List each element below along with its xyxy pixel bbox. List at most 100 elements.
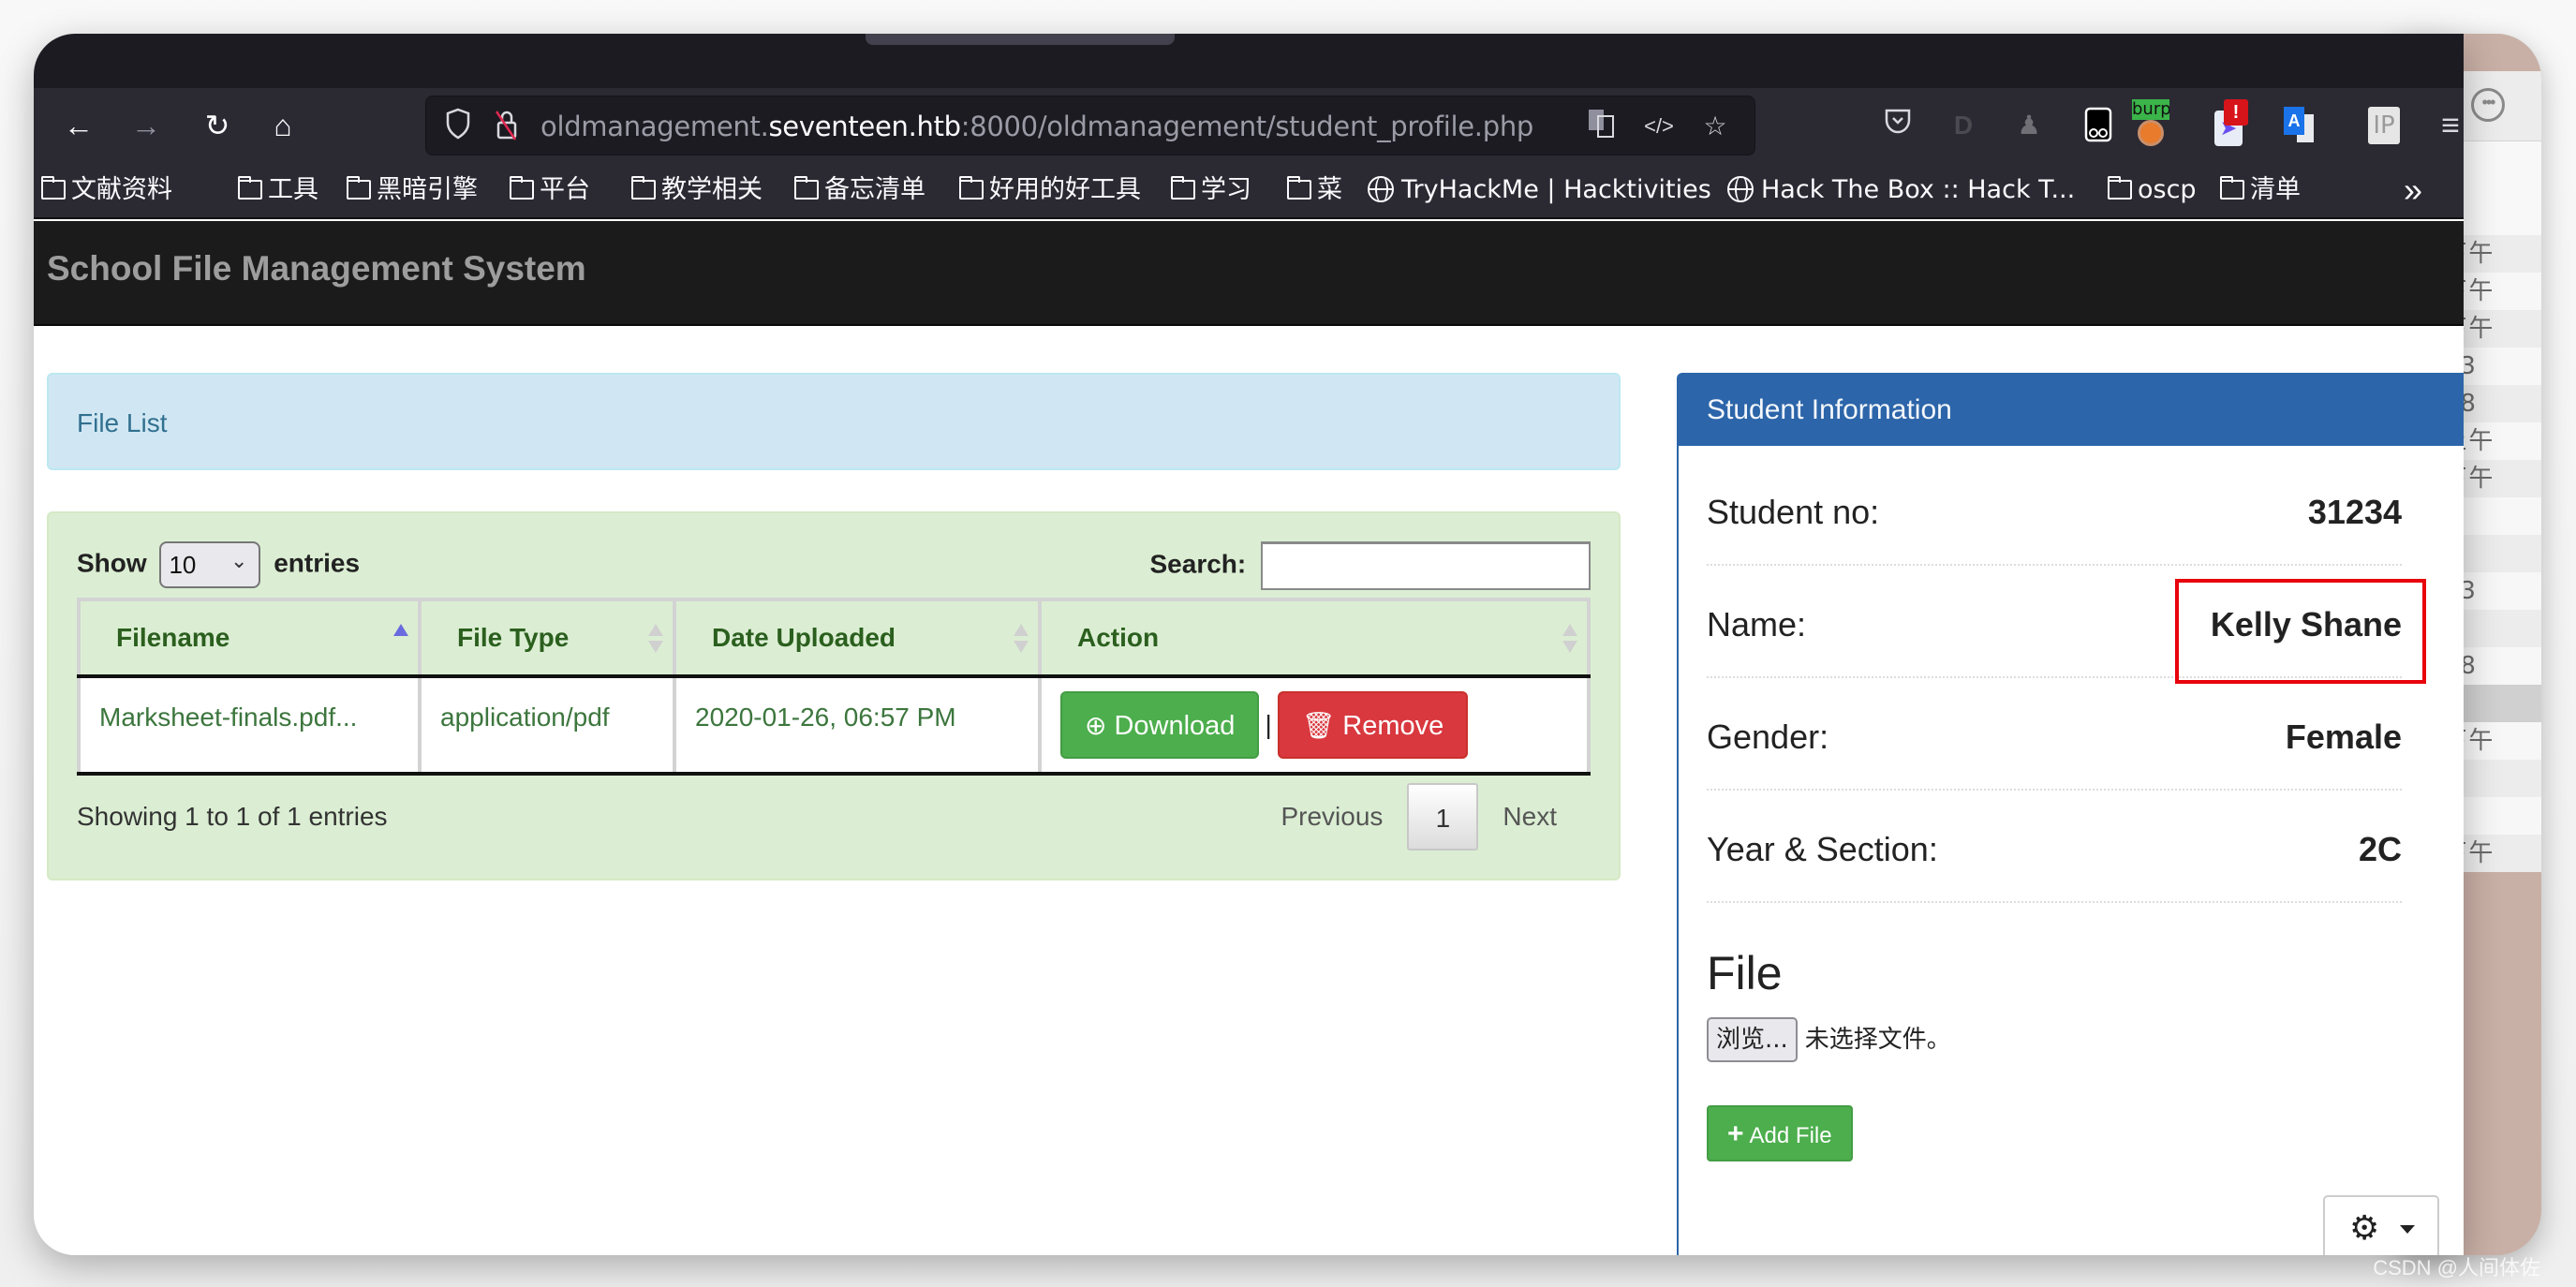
student-no-row: Student no: 31234 — [1707, 453, 2402, 566]
student-information-title: Student Information — [1679, 375, 2464, 446]
field-label: Student no: — [1707, 493, 1880, 531]
files-table: Filename File Type Date Uploaded Action … — [77, 598, 1591, 776]
next-page-button[interactable]: Next — [1478, 783, 1581, 851]
column-header-filename[interactable]: Filename — [77, 598, 422, 678]
folder-icon — [631, 176, 656, 200]
field-label: Year & Section: — [1707, 830, 1938, 868]
insecure-lock-icon[interactable] — [488, 108, 526, 145]
search-control: Search: — [1150, 541, 1591, 590]
web-page: School File Management System File List … — [34, 221, 2464, 1255]
bookmark-item[interactable]: 工具 — [238, 163, 318, 217]
source-code-icon[interactable]: </> — [1640, 108, 1678, 145]
column-label: Action — [1077, 623, 1160, 652]
page-1-button[interactable]: 1 — [1407, 783, 1479, 851]
url-text[interactable]: oldmanagement.seventeen.htb:8000/oldmana… — [540, 96, 1533, 156]
add-file-button[interactable]: + Add File — [1707, 1105, 1853, 1161]
column-header-date-uploaded[interactable]: Date Uploaded — [673, 598, 1042, 678]
spy-extension-icon[interactable]: ♟ — [2010, 107, 2048, 144]
column-header-file-type[interactable]: File Type — [418, 598, 676, 678]
entries-label: entries — [274, 548, 361, 578]
pocket-icon[interactable] — [1879, 107, 1917, 144]
column-label: Filename — [116, 623, 230, 652]
sort-icon — [1562, 624, 1577, 656]
bookmark-item[interactable]: 平台 — [510, 163, 590, 217]
bookmark-item[interactable]: 菜 — [1287, 163, 1342, 217]
gear-icon: ⚙ — [2349, 1208, 2380, 1247]
globe-icon — [1368, 176, 1394, 202]
file-heading: File — [1707, 947, 1783, 999]
site-title[interactable]: School File Management System — [47, 249, 586, 288]
bookmark-item[interactable]: 黑暗引擎 — [347, 163, 478, 217]
bookmark-item[interactable]: Hack The Box :: Hack T... — [1727, 163, 2075, 217]
remove-button[interactable]: 🗑 Remove — [1277, 691, 1469, 759]
column-label: File Type — [457, 623, 570, 652]
previous-page-button[interactable]: Previous — [1256, 783, 1407, 851]
file-list-heading: File List — [47, 373, 1621, 470]
bookmark-item[interactable]: 好用的好工具 — [959, 163, 1141, 217]
no-file-selected-label: 未选择文件。 — [1804, 1026, 1951, 1054]
folder-icon — [2220, 176, 2244, 200]
alert-badge: ! — [2224, 99, 2248, 126]
bookmarks-overflow-icon[interactable]: » — [2404, 163, 2422, 217]
translate-page-icon[interactable] — [1582, 108, 1620, 145]
folder-icon — [1171, 176, 1195, 200]
bookmark-star-icon[interactable]: ☆ — [1696, 108, 1734, 145]
year-section-value: 2C — [2358, 830, 2402, 868]
tracking-shield-icon[interactable] — [439, 108, 477, 145]
forward-icon[interactable]: → — [127, 107, 165, 144]
download-button[interactable]: ⊕ Download — [1060, 691, 1260, 759]
table-row: Marksheet-finals.pdf... application/pdf … — [77, 676, 1591, 776]
sort-icon — [648, 624, 663, 656]
download-circle-icon: ⊕ — [1085, 711, 1107, 740]
tab-strip — [34, 34, 2464, 88]
bookmark-label: Hack The Box :: Hack T... — [1761, 175, 2076, 204]
name-row: Name: Kelly Shane — [1707, 566, 2426, 684]
bookmark-item[interactable]: 文献资料 — [41, 163, 172, 217]
folder-icon — [2108, 176, 2132, 200]
home-icon[interactable]: ⌂ — [264, 107, 302, 144]
entries-per-page-select[interactable]: 10 — [159, 541, 261, 588]
search-input[interactable] — [1261, 541, 1591, 590]
globe-icon — [1727, 176, 1754, 202]
translate-icon: A — [2284, 107, 2304, 135]
google-translate-extension[interactable]: A — [2282, 107, 2319, 144]
show-label: Show — [77, 548, 147, 578]
bookmark-item[interactable]: 备忘清单 — [794, 163, 925, 217]
back-icon[interactable]: ← — [60, 107, 97, 144]
file-list-title: File List — [77, 408, 168, 437]
dark-reader-icon[interactable]: D — [1945, 107, 1982, 144]
pagination: Previous 1 Next — [1256, 783, 1581, 851]
bookmark-item[interactable]: 清单 — [2220, 163, 2301, 217]
add-file-label: Add File — [1749, 1123, 1832, 1148]
bookmark-item[interactable]: oscp — [2108, 163, 2197, 217]
active-tab[interactable] — [866, 34, 1175, 45]
address-bar[interactable]: oldmanagement.seventeen.htb:8000/oldmana… — [425, 96, 1755, 155]
ip-extension-icon[interactable]: IP — [2368, 107, 2400, 144]
browse-button[interactable]: 浏览... — [1707, 1017, 1798, 1062]
column-label: Date Uploaded — [712, 623, 896, 652]
reload-icon[interactable]: ↻ — [199, 107, 236, 144]
bookmark-item[interactable]: 学习 — [1171, 163, 1251, 217]
bookmark-label: 工具 — [268, 175, 318, 204]
navigation-toolbar: ← → ↻ ⌂ oldmanagement.seventeen.htb:8000… — [34, 88, 2464, 163]
site-navbar: School File Management System — [34, 221, 2464, 326]
column-header-action[interactable]: Action — [1038, 598, 1591, 678]
bookmark-item[interactable]: 教学相关 — [631, 163, 762, 217]
burp-label: burp — [2132, 99, 2169, 120]
sort-icon — [1014, 624, 1029, 656]
hamburger-menu-icon[interactable]: ≡ — [2432, 107, 2464, 144]
cell-file-type: application/pdf — [418, 676, 676, 776]
bookmark-label: 文献资料 — [71, 175, 172, 204]
folder-icon — [41, 176, 66, 200]
bookmarks-bar: » 文献资料 工具 黑暗引擎 平台 教学相关 备忘清单 好用的好工具 学习 菜 TryHackMe… — [34, 163, 2464, 219]
eyes-extension-icon[interactable] — [2080, 107, 2117, 144]
plus-icon: + — [1727, 1118, 1744, 1149]
bookmark-label: 学习 — [1201, 175, 1251, 204]
cell-action: ⊕ Download | 🗑 Remove — [1038, 676, 1591, 776]
settings-dropdown-button[interactable]: ⚙ — [2323, 1195, 2439, 1255]
bookmark-item[interactable]: TryHackMe | Hacktivities — [1368, 163, 1711, 217]
alert-extension[interactable]: ➤ ! — [2213, 99, 2250, 148]
year-section-row: Year & Section: 2C — [1707, 791, 2402, 903]
burp-proxy-extension[interactable]: burp — [2132, 99, 2169, 148]
more-options-icon[interactable]: ••• — [2471, 88, 2505, 122]
